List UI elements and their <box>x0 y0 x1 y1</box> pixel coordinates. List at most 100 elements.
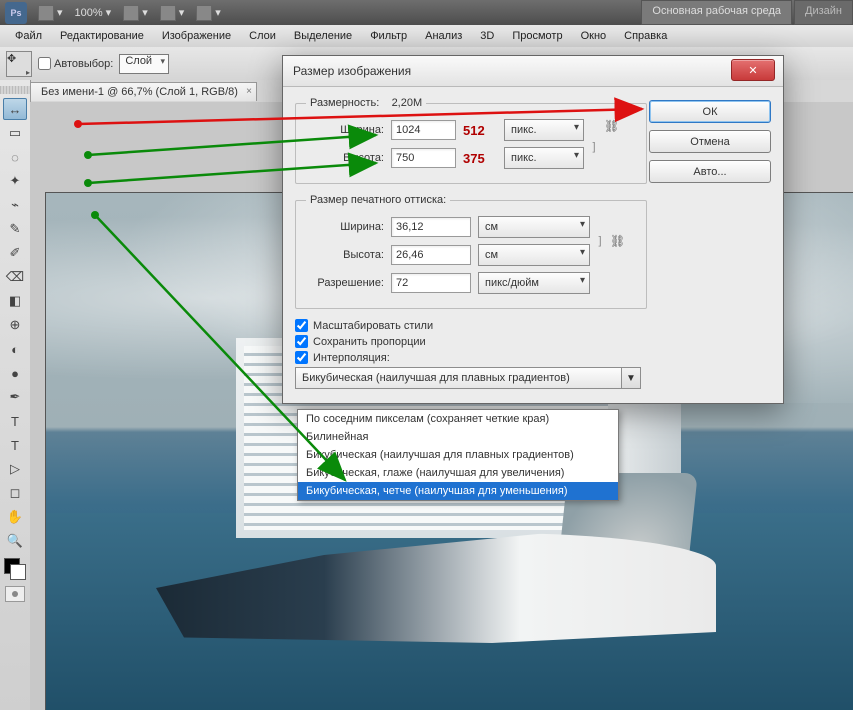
tool-dodge[interactable]: ✒ <box>3 386 27 408</box>
top-btn-view1[interactable]: ▾ <box>117 3 154 23</box>
top-btn-view2[interactable]: ▾ <box>154 3 191 23</box>
print-height-unit[interactable]: см <box>478 244 590 266</box>
tool-hand[interactable]: ✋ <box>3 506 27 528</box>
scale-styles-label: Масштабировать стили <box>313 320 433 332</box>
bg-color[interactable] <box>10 564 26 580</box>
px-width-unit[interactable]: пикс. <box>504 119 584 141</box>
auto-select-checkbox[interactable]: Автовыбор: <box>38 57 113 70</box>
tool-brush[interactable]: ⌫ <box>3 266 27 288</box>
pixel-dimensions-group: Размерность: 2,20M Ширина: 1024 512 пикс… <box>295 97 647 184</box>
tool-marquee[interactable]: ▭ <box>3 122 27 144</box>
resample-label: Интерполяция: <box>313 352 390 364</box>
fg-bg-color-swatch[interactable] <box>4 558 26 580</box>
tool-type[interactable]: T <box>3 434 27 456</box>
resample-checkbox[interactable] <box>295 351 308 364</box>
dialog-close-button[interactable]: ✕ <box>731 59 775 81</box>
px-height-label: Высота: <box>306 152 384 164</box>
menu-select[interactable]: Выделение <box>285 27 361 45</box>
pixel-dim-filesize: 2,20M <box>392 97 423 109</box>
tool-heal[interactable]: ✐ <box>3 242 27 264</box>
interp-option-nearest[interactable]: По соседним пикселам (сохраняет четкие к… <box>298 410 618 428</box>
dialog-title: Размер изображения <box>283 56 783 87</box>
tool-zoom[interactable]: 🔍 <box>3 530 27 552</box>
print-height-input[interactable]: 26,46 <box>391 245 471 265</box>
interp-option-bilinear[interactable]: Билинейная <box>298 428 618 446</box>
top-btn-view3[interactable]: ▾ <box>190 3 227 23</box>
resolution-unit[interactable]: пикс/дюйм <box>478 272 590 294</box>
print-width-label: Ширина: <box>306 221 384 233</box>
px-link-icon: ⛓ <box>604 119 616 175</box>
px-height-input[interactable]: 750 <box>391 148 456 168</box>
menu-bar: Файл Редактирование Изображение Слои Выд… <box>0 25 853 48</box>
print-dim-legend: Размер печатного оттиска: <box>306 194 450 206</box>
scale-styles-checkbox[interactable] <box>295 319 308 332</box>
constrain-proportions-label: Сохранить пропорции <box>313 336 426 348</box>
interpolation-dropdown[interactable]: Бикубическая (наилучшая для плавных град… <box>295 367 641 389</box>
resolution-input[interactable]: 72 <box>391 273 471 293</box>
interp-option-sharper[interactable]: Бикубическая, четче (наилучшая для умень… <box>298 482 618 500</box>
menu-filter[interactable]: Фильтр <box>361 27 416 45</box>
tool-eraser[interactable]: ⊕ <box>3 314 27 336</box>
app-top-bar: Ps ▾ 100% ▾ ▾ ▾ ▾ Основная рабочая среда… <box>0 0 853 25</box>
tool-pen[interactable]: T <box>3 410 27 432</box>
resolution-label: Разрешение: <box>306 277 384 289</box>
menu-layer[interactable]: Слои <box>240 27 285 45</box>
interp-option-bicubic[interactable]: Бикубическая (наилучшая для плавных град… <box>298 446 618 464</box>
constrain-proportions-checkbox[interactable] <box>295 335 308 348</box>
menu-view[interactable]: Просмотр <box>503 27 571 45</box>
top-zoom-level[interactable]: 100% ▾ <box>69 4 118 21</box>
menu-help[interactable]: Справка <box>615 27 676 45</box>
menu-edit[interactable]: Редактирование <box>51 27 153 45</box>
close-icon: ✕ <box>748 64 757 77</box>
workspace-tab-other[interactable]: Дизайн <box>794 0 853 25</box>
tool-crop[interactable]: ⌁ <box>3 194 27 216</box>
px-width-input[interactable]: 1024 <box>391 120 456 140</box>
px-width-note: 512 <box>463 123 497 138</box>
print-dimensions-group: Размер печатного оттиска: Ширина: 36,12 … <box>295 194 647 309</box>
app-logo: Ps <box>5 2 27 24</box>
image-size-dialog: Размер изображения ✕ ОК Отмена Авто... Р… <box>282 55 784 404</box>
interpolation-arrow-icon[interactable]: ▼ <box>621 368 640 388</box>
document-tab-close-icon[interactable]: × <box>246 86 252 97</box>
cancel-button[interactable]: Отмена <box>649 130 771 153</box>
tool-strip: ↔ ▭ ◌ ✦ ⌁ ✎ ✐ ⌫ ◧ ⊕ ◐ ● ✒ T T ▷ ◻ ✋ 🔍 <box>0 80 31 710</box>
menu-3d[interactable]: 3D <box>471 27 503 45</box>
tool-strip-grip[interactable] <box>0 86 30 94</box>
top-btn-bridge[interactable]: ▾ <box>32 3 69 23</box>
interpolation-value: Бикубическая (наилучшая для плавных град… <box>302 372 570 384</box>
print-width-input[interactable]: 36,12 <box>391 217 471 237</box>
ok-button[interactable]: ОК <box>649 100 771 123</box>
tool-eyedropper[interactable]: ✎ <box>3 218 27 240</box>
auto-select-label: Автовыбор: <box>54 58 113 70</box>
current-tool-move-icon[interactable]: ✥ <box>6 51 32 77</box>
print-link-icon: ⛓ <box>610 234 622 248</box>
menu-analysis[interactable]: Анализ <box>416 27 471 45</box>
tool-gradient[interactable]: ◐ <box>3 338 27 360</box>
pixel-dim-legend: Размерность: <box>310 97 379 109</box>
tool-path-select[interactable]: ▷ <box>3 458 27 480</box>
menu-image[interactable]: Изображение <box>153 27 240 45</box>
document-tab[interactable]: Без имени-1 @ 66,7% (Слой 1, RGB/8) × <box>30 82 257 101</box>
tool-magic-wand[interactable]: ✦ <box>3 170 27 192</box>
menu-window[interactable]: Окно <box>572 27 616 45</box>
print-height-label: Высота: <box>306 249 384 261</box>
auto-button[interactable]: Авто... <box>649 160 771 183</box>
px-width-label: Ширина: <box>306 124 384 136</box>
auto-select-dropdown[interactable]: Слой <box>119 54 169 74</box>
tool-move[interactable]: ↔ <box>3 98 27 120</box>
interp-option-smoother[interactable]: Бикубическая, глаже (наилучшая для увели… <box>298 464 618 482</box>
print-constrain-bracket: ] <box>594 216 606 266</box>
px-height-unit[interactable]: пикс. <box>504 147 584 169</box>
workspace-tab-active[interactable]: Основная рабочая среда <box>641 0 792 25</box>
tool-stamp[interactable]: ◧ <box>3 290 27 312</box>
tool-blur[interactable]: ● <box>3 362 27 384</box>
px-constrain-bracket: ] <box>588 119 600 175</box>
tool-shape[interactable]: ◻ <box>3 482 27 504</box>
print-width-unit[interactable]: см <box>478 216 590 238</box>
document-tab-label: Без имени-1 @ 66,7% (Слой 1, RGB/8) <box>41 86 238 98</box>
quick-mask-icon[interactable] <box>5 586 25 602</box>
menu-file[interactable]: Файл <box>6 27 51 45</box>
tool-lasso[interactable]: ◌ <box>3 146 27 168</box>
interpolation-dropdown-list: По соседним пикселам (сохраняет четкие к… <box>297 409 619 501</box>
px-height-note: 375 <box>463 151 497 166</box>
